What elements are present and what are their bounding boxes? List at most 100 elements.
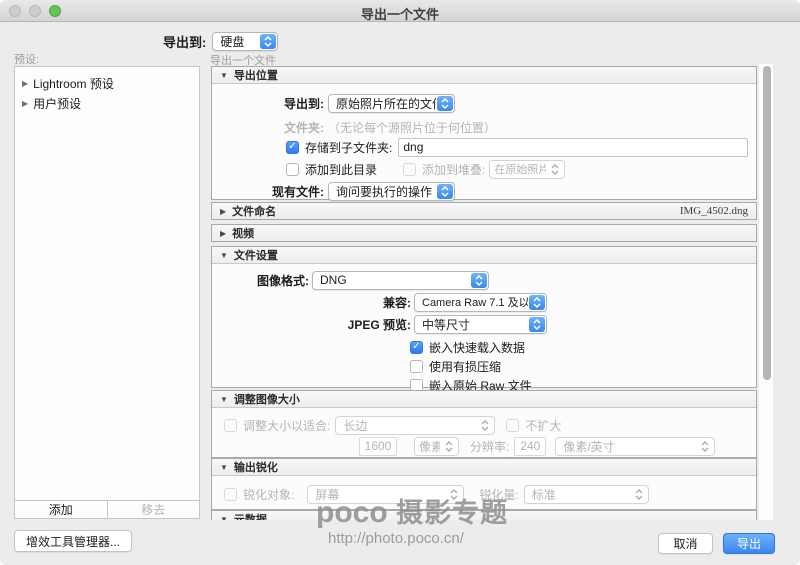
section-body-output-sharpening: 锐化对象: 屏幕 锐化量: 标准: [212, 475, 756, 509]
window-title: 导出一个文件: [0, 4, 800, 23]
subfolder-label: 存储到子文件夹:: [305, 139, 392, 156]
fast-load-label: 嵌入快速载入数据: [429, 339, 525, 356]
sharpen-for-checkbox[interactable]: [224, 488, 237, 501]
disclosure-open-icon: ▼: [220, 251, 228, 260]
subfolder-checkbox[interactable]: ✓: [286, 141, 299, 154]
sharpen-for-select: 屏幕: [307, 485, 464, 504]
image-format-label: 图像格式:: [212, 272, 309, 289]
section-file-settings: ▼ 文件设置 图像格式: DNG 兼容: Camera Raw 7: [211, 246, 757, 388]
dont-enlarge-label: 不扩大: [525, 417, 561, 434]
check-icon: ✓: [288, 142, 296, 152]
export-to-label: 导出到:: [163, 32, 206, 51]
subfolder-name-input[interactable]: [398, 138, 748, 157]
resolution-input: [514, 437, 546, 456]
chevron-up-down-icon: [441, 439, 457, 454]
section-metadata: ▼ 元数据: [211, 510, 757, 520]
scrollbar-track[interactable]: [758, 64, 773, 520]
export-destination-row: 导出到: 硬盘: [163, 31, 278, 51]
add-preset-button[interactable]: 添加: [15, 501, 108, 518]
add-to-catalog-label: 添加到此目录: [305, 161, 377, 178]
image-format-select[interactable]: DNG: [312, 271, 489, 290]
filename-preview: IMG_4502.dng: [680, 205, 748, 217]
stack-position-select: 在原始照片下方: [489, 160, 565, 179]
add-to-catalog-checkbox[interactable]: [286, 163, 299, 176]
section-header-export-location[interactable]: ▼ 导出位置: [212, 67, 756, 83]
chevron-up-down-icon: [547, 162, 563, 177]
add-to-stack-checkbox: [403, 163, 416, 176]
export-to-location-label: 导出到:: [212, 95, 324, 112]
chevron-up-down-icon: [631, 487, 647, 502]
disclosure-open-icon: ▼: [220, 515, 228, 521]
existing-files-select[interactable]: 询问要执行的操作: [328, 182, 455, 201]
add-to-stack-label: 添加到堆叠:: [422, 161, 485, 178]
resize-fit-select: 长边: [335, 416, 495, 435]
settings-scroll-area: ▼ 导出位置 导出到: 原始照片所在的文件夹 文件夹: （无论每个源照片位于何位…: [211, 64, 773, 520]
chevron-up-down-icon: [260, 34, 276, 49]
resolution-unit-select: 像素/英寸: [555, 437, 715, 456]
section-header-output-sharpening[interactable]: ▼ 输出锐化: [212, 459, 756, 475]
section-header-file-naming[interactable]: ▶ 文件命名 IMG_4502.dng: [212, 203, 756, 219]
cancel-button[interactable]: 取消: [658, 533, 713, 554]
compatibility-label: 兼容:: [212, 294, 411, 311]
chevron-up-down-icon: [697, 439, 713, 454]
resize-fit-label: 调整大小以适合:: [243, 417, 330, 434]
chevron-up-down-icon: [471, 273, 487, 288]
remove-preset-button: 移去: [108, 501, 200, 518]
section-output-sharpening: ▼ 输出锐化 锐化对象: 屏幕 锐化量: 标准: [211, 458, 757, 510]
dont-enlarge-checkbox: [506, 419, 519, 432]
section-video: ▶ 视频: [211, 224, 757, 242]
disclosure-collapsed-icon[interactable]: ▶: [22, 99, 28, 108]
lossy-compression-label: 使用有损压缩: [429, 358, 501, 375]
resize-checkbox[interactable]: [224, 419, 237, 432]
disclosure-open-icon: ▼: [220, 71, 228, 80]
jpeg-preview-label: JPEG 预览:: [212, 316, 411, 333]
chevron-up-down-icon: [446, 487, 462, 502]
preset-item-user[interactable]: ▶ 用户预设: [15, 93, 199, 113]
chevron-up-down-icon: [437, 184, 453, 199]
section-header-video[interactable]: ▶ 视频: [212, 225, 756, 241]
sharpen-amount-label: 锐化量:: [479, 486, 518, 503]
title-bar: 导出一个文件: [0, 0, 800, 22]
preset-item-lightroom[interactable]: ▶ Lightroom 预设: [15, 73, 199, 93]
disclosure-open-icon: ▼: [220, 463, 228, 472]
fast-load-checkbox[interactable]: ✓: [410, 341, 423, 354]
disclosure-collapsed-icon: ▶: [220, 207, 226, 216]
disclosure-collapsed-icon[interactable]: ▶: [22, 79, 28, 88]
section-header-file-settings[interactable]: ▼ 文件设置: [212, 247, 756, 263]
resolution-label: 分辨率:: [470, 438, 509, 455]
scrollbar-thumb[interactable]: [763, 66, 771, 380]
jpeg-preview-select[interactable]: 中等尺寸: [414, 315, 547, 334]
chevron-up-down-icon: [477, 418, 493, 433]
existing-files-label: 现有文件:: [212, 183, 324, 200]
folder-label: 文件夹:: [212, 119, 324, 136]
section-file-naming: ▶ 文件命名 IMG_4502.dng: [211, 202, 757, 220]
size-unit-select: 像素: [414, 437, 459, 456]
chevron-up-down-icon: [437, 96, 453, 111]
section-header-metadata[interactable]: ▼ 元数据: [212, 511, 756, 520]
preset-item-label: 用户预设: [33, 95, 81, 112]
compatibility-select[interactable]: Camera Raw 7.1 及以上: [414, 293, 547, 312]
section-export-location: ▼ 导出位置 导出到: 原始照片所在的文件夹 文件夹: （无论每个源照片位于何位…: [211, 66, 757, 200]
section-body-export-location: 导出到: 原始照片所在的文件夹 文件夹: （无论每个源照片位于何位置） ✓: [212, 83, 756, 199]
export-button[interactable]: 导出: [723, 533, 775, 554]
folder-note: （无论每个源照片位于何位置）: [328, 119, 496, 136]
section-image-sizing: ▼ 调整图像大小 调整大小以适合: 长边 不扩大: [211, 390, 757, 458]
export-dialog-window: 导出一个文件 导出到: 硬盘 预设: ▶ Lightroom 预设 ▶ 用户预设…: [0, 0, 800, 565]
plugin-manager-button[interactable]: 增效工具管理器...: [14, 530, 132, 552]
watermark-url: http://photo.poco.cn/: [328, 531, 508, 546]
disclosure-collapsed-icon: ▶: [220, 229, 226, 238]
sharpen-amount-select: 标准: [524, 485, 649, 504]
hard-drive-select[interactable]: 硬盘: [212, 32, 278, 51]
lossy-compression-checkbox[interactable]: [410, 360, 423, 373]
preset-list: ▶ Lightroom 预设 ▶ 用户预设: [15, 67, 199, 500]
section-body-image-sizing: 调整大小以适合: 长边 不扩大 像素: [212, 407, 756, 457]
check-icon: ✓: [412, 342, 420, 352]
presets-label: 预设:: [14, 51, 39, 67]
chevron-up-down-icon: [529, 295, 545, 310]
section-body-file-settings: 图像格式: DNG 兼容: Camera Raw 7.1 及以上: [212, 263, 756, 387]
section-header-image-sizing[interactable]: ▼ 调整图像大小: [212, 391, 756, 407]
preset-actions: 添加 移去: [15, 500, 199, 518]
sharpen-for-label: 锐化对象:: [243, 486, 294, 503]
export-to-location-select[interactable]: 原始照片所在的文件夹: [328, 94, 455, 113]
size-input: [359, 437, 397, 456]
